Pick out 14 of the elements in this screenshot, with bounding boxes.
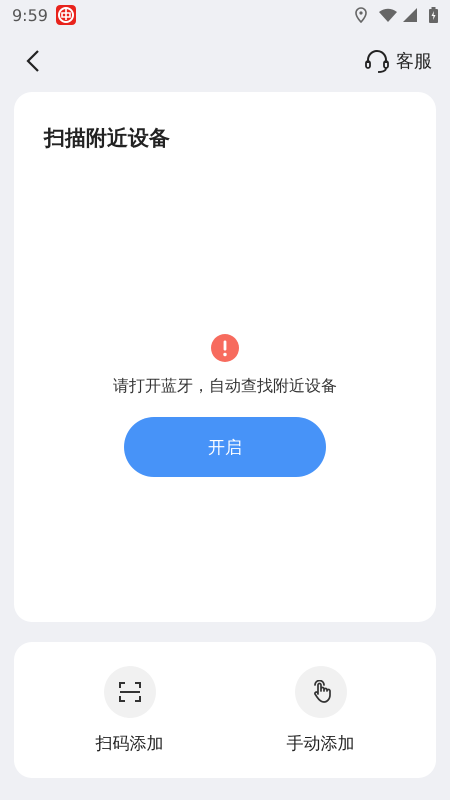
scan-icon bbox=[118, 680, 140, 702]
customer-service-button[interactable]: 客服 bbox=[364, 48, 432, 74]
action-label: 手动添加 bbox=[286, 732, 354, 754]
bluetooth-message: 请打开蓝牙，自动查找附近设备 bbox=[113, 376, 337, 397]
location-icon bbox=[355, 7, 367, 23]
card-title: 扫描附近设备 bbox=[44, 125, 171, 152]
headset-icon bbox=[364, 48, 390, 74]
status-time: 9:59 bbox=[12, 6, 48, 24]
alert-icon bbox=[211, 334, 239, 362]
action-label: 扫码添加 bbox=[96, 732, 164, 754]
signal-icon bbox=[403, 8, 417, 22]
app-notification-icon bbox=[56, 5, 76, 25]
wifi-icon bbox=[379, 8, 397, 22]
battery-icon bbox=[429, 7, 438, 23]
